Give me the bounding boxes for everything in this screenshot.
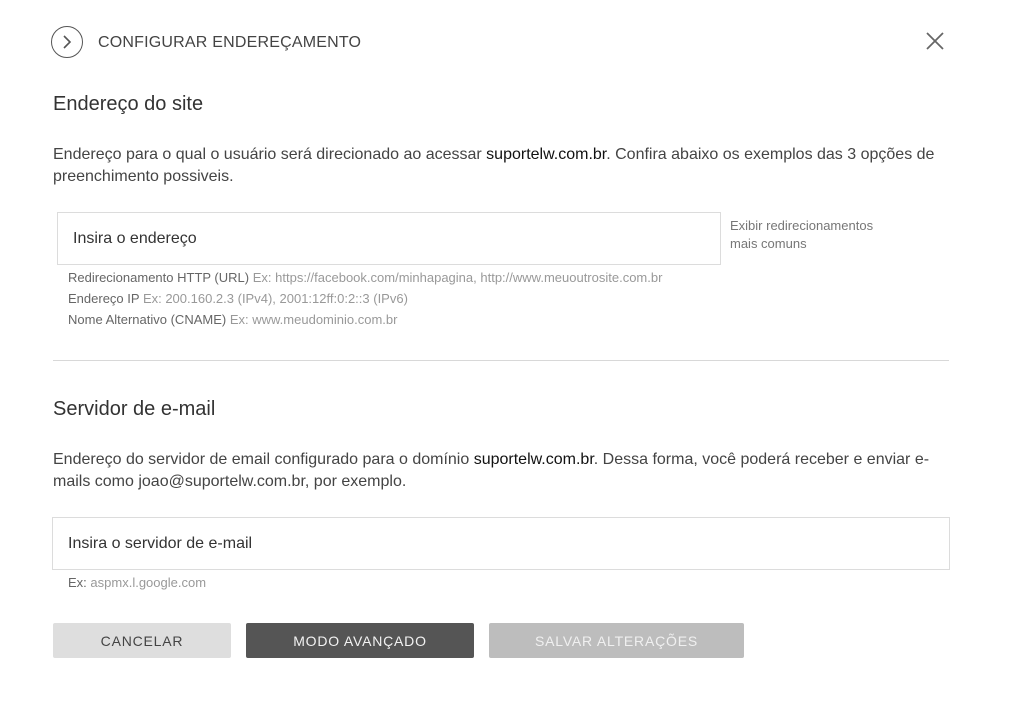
show-common-redirects-link[interactable]: Exibir redirecionamentos mais comuns bbox=[730, 217, 900, 253]
hint-mail-server: Ex: aspmx.l.google.com bbox=[68, 575, 207, 590]
dialog-title: CONFIGURAR ENDEREÇAMENTO bbox=[98, 34, 362, 51]
close-icon[interactable] bbox=[924, 30, 946, 52]
dialog-header: CONFIGURAR ENDEREÇAMENTO bbox=[51, 26, 951, 62]
cancel-button[interactable]: CANCELAR bbox=[53, 623, 231, 658]
email-description: Endereço do servidor de email configurad… bbox=[53, 451, 930, 490]
site-domain: suportelw.com.br bbox=[486, 146, 607, 163]
section-divider bbox=[53, 360, 949, 361]
hint-ip: Endereço IP Ex: 200.160.2.3 (IPv4), 2001… bbox=[68, 291, 408, 306]
email-section-title: Servidor de e-mail bbox=[53, 398, 216, 420]
chevron-right-icon bbox=[63, 35, 72, 49]
site-address-input[interactable] bbox=[57, 212, 721, 265]
email-domain: suportelw.com.br bbox=[473, 451, 594, 468]
site-description: Endereço para o qual o usuário será dire… bbox=[53, 146, 935, 185]
hint-http: Redirecionamento HTTP (URL) Ex: https://… bbox=[68, 270, 663, 285]
expand-button[interactable] bbox=[51, 26, 83, 58]
save-changes-button[interactable]: SALVAR ALTERAÇÕES bbox=[489, 623, 744, 658]
site-section-title: Endereço do site bbox=[53, 93, 204, 115]
mail-server-input[interactable] bbox=[52, 517, 950, 570]
advanced-mode-button[interactable]: MODO AVANÇADO bbox=[246, 623, 474, 658]
hint-cname: Nome Alternativo (CNAME) Ex: www.meudomi… bbox=[68, 312, 398, 327]
